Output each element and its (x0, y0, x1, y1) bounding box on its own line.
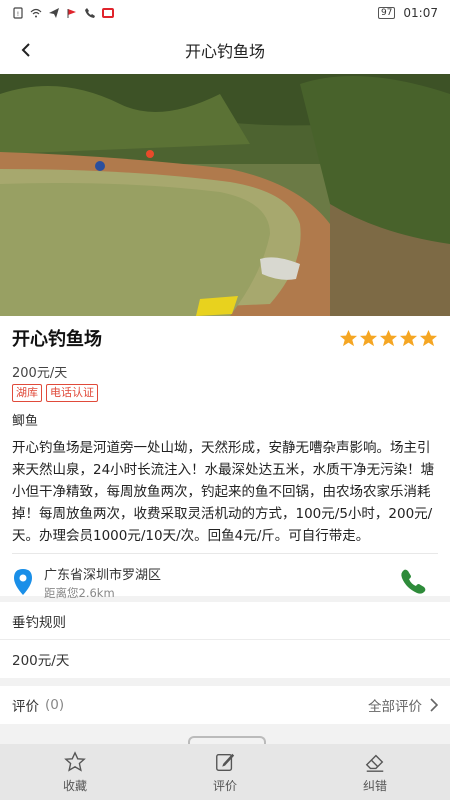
report-label: 纠错 (362, 778, 387, 793)
spot-photo-illustration (0, 74, 450, 316)
nav-bar: 开心钓鱼场 (0, 26, 450, 74)
comment-button[interactable]: 评价 (150, 744, 300, 800)
report-error-button[interactable]: 纠错 (300, 744, 450, 800)
distance: 距离您2.6km (44, 585, 115, 600)
chevron-right-icon (430, 698, 438, 712)
status-icons-right: 97 01:07 (377, 6, 438, 20)
bottom-action-bar: 收藏 评价 纠错 (0, 744, 450, 800)
battery-indicator: 97 (377, 7, 396, 19)
svg-text:!: ! (17, 11, 19, 18)
back-button[interactable] (12, 36, 40, 64)
fish-species: 鲫鱼 (12, 414, 39, 429)
tag-list: 湖库 电话认证 (12, 384, 438, 402)
address-text: 广东省深圳市罗湖区 距离您2.6km (44, 564, 161, 601)
location-pin-icon (14, 569, 32, 595)
all-reviews-label: 全部评价 (368, 699, 422, 715)
wifi-icon (30, 8, 42, 18)
title-row: 开心钓鱼场 (12, 316, 438, 360)
sim-icon: ! (13, 7, 23, 19)
phone-small-icon (85, 8, 95, 18)
notification-icon (102, 8, 114, 18)
fishing-rules-value: 200元/天 (0, 640, 450, 678)
eraser-icon (365, 754, 384, 772)
edit-icon (216, 753, 235, 771)
fishing-rules-title: 垂钓规则 (0, 602, 450, 640)
rating-stars (339, 329, 438, 348)
status-bar: ! 97 01:07 (0, 0, 450, 26)
star-icon (379, 329, 398, 346)
all-reviews-link[interactable]: 全部评价 (368, 695, 438, 715)
status-icons-left: ! (12, 7, 114, 19)
review-count: (0) (45, 697, 65, 713)
address: 广东省深圳市罗湖区 (44, 567, 162, 583)
spot-price: 200元/天 (12, 366, 68, 381)
star-icon (419, 329, 438, 346)
spot-info-card: 开心钓鱼场 200元/天 湖库 电话认证 鲫鱼 开心钓鱼场是河道旁一处山坳，天然… (0, 316, 450, 600)
star-icon (339, 329, 358, 346)
spot-photo[interactable] (0, 74, 450, 316)
favorite-label: 收藏 (62, 778, 87, 793)
clock: 01:07 (403, 6, 438, 20)
review-label: 评价 (12, 699, 39, 715)
flag-icon (67, 9, 76, 18)
phone-call-icon[interactable] (398, 567, 428, 597)
fishing-rules-price: 200元/天 (12, 653, 70, 669)
favorite-button[interactable]: 收藏 (0, 744, 150, 800)
fishing-rules-label: 垂钓规则 (12, 614, 66, 631)
star-icon (399, 329, 418, 346)
tag-lake: 湖库 (12, 384, 42, 402)
spot-name: 开心钓鱼场 (12, 329, 102, 350)
back-arrow-icon (21, 43, 30, 57)
page-title: 开心钓鱼场 (184, 42, 265, 61)
comment-label: 评价 (212, 778, 237, 793)
spot-description: 开心钓鱼场是河道旁一处山坳，天然形成，安静无嘈杂声影响。场主引来天然山泉，24小… (12, 440, 435, 544)
review-row[interactable]: 评价 (0) 全部评价 (0, 686, 450, 724)
star-outline-icon (64, 750, 86, 772)
star-icon (359, 329, 378, 346)
tag-phone-verified: 电话认证 (46, 384, 98, 402)
send-icon (49, 8, 59, 18)
